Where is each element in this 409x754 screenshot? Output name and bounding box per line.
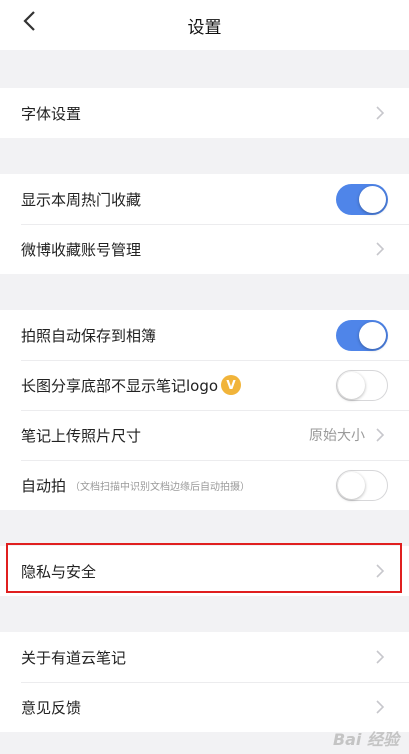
weekly-hot-label: 显示本周热门收藏: [21, 190, 142, 209]
group-privacy: 隐私与安全: [0, 546, 409, 596]
group-font: 字体设置: [0, 88, 409, 138]
group-collect: 显示本周热门收藏 微博收藏账号管理: [0, 174, 409, 274]
font-settings-label: 字体设置: [21, 104, 82, 123]
hide-logo-row: 长图分享底部不显示笔记logo V: [0, 360, 409, 410]
feedback-row[interactable]: 意见反馈: [0, 682, 409, 732]
chevron-right-icon: [376, 106, 385, 120]
save-album-toggle[interactable]: [336, 319, 388, 351]
weekly-hot-row: 显示本周热门收藏: [0, 174, 409, 224]
save-album-row: 拍照自动保存到相簿: [0, 310, 409, 360]
weekly-hot-toggle[interactable]: [336, 183, 388, 215]
about-row[interactable]: 关于有道云笔记: [0, 632, 409, 682]
toggle-knob: [359, 321, 386, 349]
feedback-label: 意见反馈: [21, 698, 82, 717]
privacy-security-label: 隐私与安全: [21, 562, 97, 581]
photo-size-label: 笔记上传照片尺寸: [21, 426, 142, 445]
hide-logo-label: 长图分享底部不显示笔记logo: [21, 376, 219, 395]
about-label: 关于有道云笔记: [21, 648, 127, 667]
auto-shoot-toggle[interactable]: [336, 469, 388, 501]
photo-size-row[interactable]: 笔记上传照片尺寸 原始大小: [0, 410, 409, 460]
toggle-knob: [359, 185, 386, 213]
auto-shoot-row: 自动拍 （文档扫描中识别文档边缘后自动拍摄）: [0, 460, 409, 510]
vip-badge-icon: V: [221, 375, 242, 395]
hide-logo-toggle[interactable]: [336, 369, 388, 401]
page-title: 设置: [187, 17, 222, 38]
privacy-security-row[interactable]: 隐私与安全: [0, 546, 409, 596]
chevron-right-icon: [376, 242, 385, 256]
watermark-logo: Bai 经验: [332, 730, 399, 749]
auto-shoot-sublabel: （文档扫描中识别文档边缘后自动拍摄）: [70, 481, 251, 493]
toggle-knob: [338, 471, 365, 499]
chevron-right-icon: [376, 700, 385, 714]
font-settings-row[interactable]: 字体设置: [0, 88, 409, 138]
nav-bar: 设置: [0, 0, 409, 50]
chevron-right-icon: [376, 650, 385, 664]
chevron-right-icon: [376, 564, 385, 578]
weibo-account-row[interactable]: 微博收藏账号管理: [0, 224, 409, 274]
auto-shoot-label: 自动拍: [21, 476, 67, 495]
save-album-label: 拍照自动保存到相簿: [21, 326, 157, 345]
toggle-knob: [338, 371, 365, 399]
group-photo: 拍照自动保存到相簿 长图分享底部不显示笔记logo V 笔记上传照片尺寸 原始大…: [0, 310, 409, 510]
group-about: 关于有道云笔记 意见反馈: [0, 632, 409, 732]
weibo-account-label: 微博收藏账号管理: [21, 240, 142, 259]
back-chevron-icon[interactable]: [18, 10, 40, 32]
photo-size-value: 原始大小: [309, 428, 365, 444]
chevron-right-icon: [376, 428, 385, 442]
